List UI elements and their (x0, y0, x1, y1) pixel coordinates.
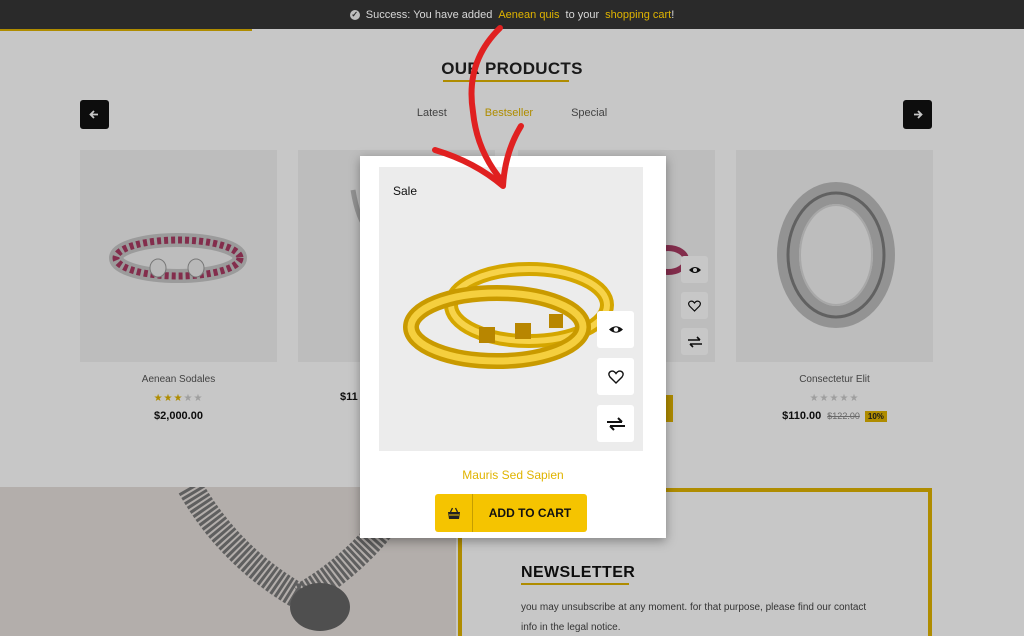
sale-badge: Sale (393, 184, 418, 198)
quick-view-button[interactable] (597, 311, 634, 348)
notification-prefix: Success: You have added (365, 8, 493, 21)
notification-cart-link[interactable]: shopping cart (605, 9, 671, 21)
add-to-cart-label: ADD TO CART (488, 506, 572, 520)
basket-icon (435, 494, 473, 532)
compare-button[interactable] (597, 405, 634, 442)
add-to-cart-button[interactable]: ADD TO CART (435, 494, 587, 532)
notification-middle: to your (565, 8, 600, 21)
popup-product-image[interactable]: Sale (379, 167, 643, 451)
eye-icon (608, 326, 623, 333)
notification-cart-wrap: shopping cart! (605, 9, 674, 21)
notification-suffix: ! (671, 8, 675, 21)
popup-product-name[interactable]: Mauris Sed Sapien (360, 468, 666, 482)
wishlist-button[interactable] (597, 358, 634, 395)
product-popup: Sale Mauris Sed Sapien ADD TO CART (360, 156, 666, 538)
check-circle-icon: ✓ (349, 9, 360, 20)
compare-icon (606, 416, 625, 431)
notification-product-link[interactable]: Aenean quis (498, 9, 559, 21)
heart-icon (607, 369, 624, 384)
red-arrow-annotation (432, 25, 524, 189)
